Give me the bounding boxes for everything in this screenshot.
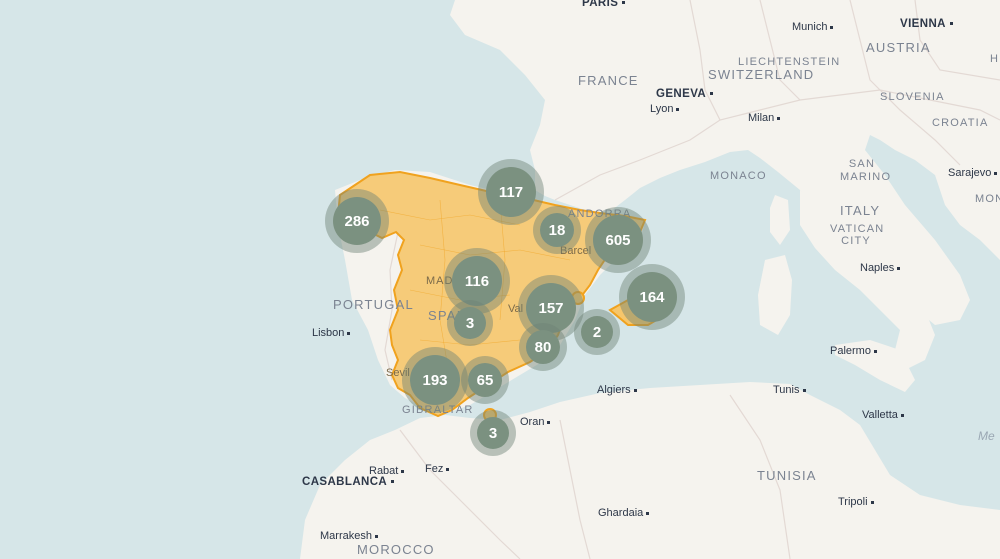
cluster-marker[interactable]: 3: [470, 410, 516, 456]
cluster-marker[interactable]: 117: [478, 159, 544, 225]
cluster-count: 2: [592, 323, 602, 341]
cluster-count: 193: [422, 371, 448, 389]
cluster-marker[interactable]: 18: [533, 206, 581, 254]
cluster-marker[interactable]: 2: [574, 309, 620, 355]
cluster-count: 164: [639, 288, 665, 306]
cluster-marker[interactable]: 164: [619, 264, 685, 330]
cluster-marker[interactable]: 605: [585, 207, 651, 273]
cluster-count: 157: [538, 299, 564, 317]
map-canvas[interactable]: FRANCE SWITZERLAND LIECHTENSTEIN AUSTRIA…: [0, 0, 1000, 559]
cluster-count: 3: [488, 424, 498, 442]
cluster-count: 605: [605, 231, 631, 249]
corsica-land: [770, 195, 790, 245]
cluster-count: 80: [534, 338, 552, 356]
cluster-marker[interactable]: 193: [402, 347, 468, 413]
cluster-count: 65: [476, 371, 494, 389]
cluster-count: 117: [498, 183, 524, 201]
cluster-count: 116: [464, 272, 490, 290]
cluster-marker[interactable]: 286: [325, 189, 389, 253]
sardinia-land: [758, 255, 792, 335]
africa-land: [300, 382, 1000, 559]
cluster-count: 286: [344, 212, 370, 230]
cluster-marker[interactable]: 65: [461, 356, 509, 404]
cluster-count: 3: [465, 314, 475, 332]
cluster-marker[interactable]: 80: [519, 323, 567, 371]
cluster-count: 18: [548, 221, 566, 239]
cluster-marker[interactable]: 3: [447, 300, 493, 346]
